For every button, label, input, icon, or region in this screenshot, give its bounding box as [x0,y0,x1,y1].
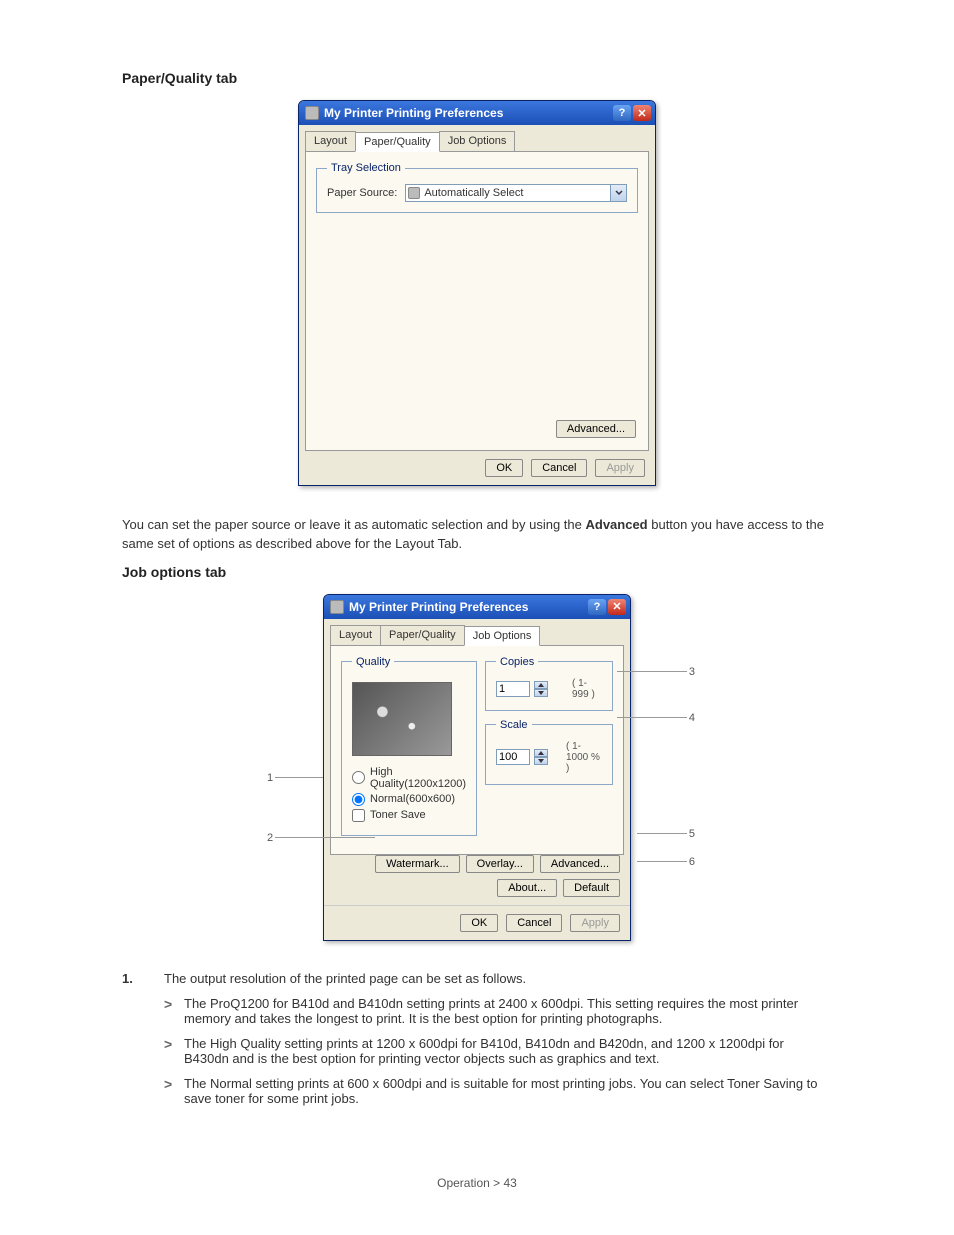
copies-spinner[interactable] [534,681,548,697]
paragraph-pq-desc: You can set the paper source or leave it… [122,516,832,554]
list-item-1: 1. The output resolution of the printed … [122,971,832,1116]
radio-high-quality[interactable]: High Quality(1200x1200) [352,766,466,790]
callout-2: 2 [267,832,273,844]
page-footer: Operation > 43 [122,1176,832,1190]
dialog-printing-preferences-pq: My Printer Printing Preferences ? ✕ Layo… [298,100,656,486]
group-legend-copies: Copies [496,656,538,668]
callout-3: 3 [689,666,695,678]
callout-1: 1 [267,772,273,784]
printer-icon [330,600,344,614]
tabstrip: Layout Paper/Quality Job Options [324,619,630,645]
group-legend-scale: Scale [496,719,532,731]
numbered-list: 1. The output resolution of the printed … [122,971,832,1116]
advanced-button[interactable]: Advanced... [556,420,636,438]
group-quality: Quality High Quality(1200x1200) Normal(6… [341,656,477,836]
group-tray-selection: Tray Selection Paper Source: Automatical… [316,162,638,213]
apply-button[interactable]: Apply [570,914,620,932]
label-paper-source: Paper Source: [327,187,397,199]
tab-layout[interactable]: Layout [305,131,356,151]
close-button[interactable]: ✕ [608,599,626,615]
bullet-2: The High Quality setting prints at 1200 … [164,1036,832,1066]
close-button[interactable]: ✕ [633,105,651,121]
radio-normal[interactable]: Normal(600x600) [352,793,466,806]
advanced-button[interactable]: Advanced... [540,855,620,873]
printer-icon [305,106,319,120]
tab-job-options[interactable]: Job Options [439,131,516,151]
combo-paper-source-value: Automatically Select [420,187,610,199]
tab-layout[interactable]: Layout [330,625,381,645]
window-title: My Printer Printing Preferences [349,600,528,614]
copies-range: ( 1-999 ) [572,678,602,700]
tabstrip: Layout Paper/Quality Job Options [299,125,655,151]
help-button[interactable]: ? [613,105,631,121]
callout-6: 6 [689,856,695,868]
chevron-down-icon[interactable] [610,185,626,201]
group-legend-tray: Tray Selection [327,162,405,174]
dialog-buttons: OK Cancel Apply [299,451,655,485]
section-heading-paper-quality: Paper/Quality tab [122,70,832,86]
scale-range: ( 1-1000 % ) [566,741,602,774]
window-title: My Printer Printing Preferences [324,106,503,120]
overlay-button[interactable]: Overlay... [466,855,534,873]
combo-paper-source[interactable]: Automatically Select [405,184,627,202]
item-number: 1. [122,971,164,1116]
check-toner-save[interactable]: Toner Save [352,809,466,822]
tab-job-options[interactable]: Job Options [464,626,541,646]
scale-input[interactable] [496,749,530,765]
scale-spinner[interactable] [534,749,548,765]
callout-5: 5 [689,828,695,840]
bullet-1: The ProQ1200 for B410d and B410dn settin… [164,996,832,1026]
group-scale: Scale ( 1-1000 % ) [485,719,613,785]
ok-button[interactable]: OK [460,914,498,932]
about-button[interactable]: About... [497,879,557,897]
tab-paper-quality[interactable]: Paper/Quality [355,132,440,152]
apply-button[interactable]: Apply [595,459,645,477]
section-heading-job-options: Job options tab [122,564,832,580]
titlebar: My Printer Printing Preferences ? ✕ [299,101,655,125]
dialog-buttons: OK Cancel Apply [324,905,630,940]
callout-4: 4 [689,712,695,724]
cancel-button[interactable]: Cancel [506,914,562,932]
watermark-button[interactable]: Watermark... [375,855,460,873]
bullet-3: The Normal setting prints at 600 x 600dp… [164,1076,832,1106]
group-copies: Copies ( 1-999 ) [485,656,613,711]
quality-preview-image [352,682,452,756]
help-button[interactable]: ? [588,599,606,615]
cancel-button[interactable]: Cancel [531,459,587,477]
copies-input[interactable] [496,681,530,697]
item-intro: The output resolution of the printed pag… [164,971,526,986]
group-legend-quality: Quality [352,656,394,668]
titlebar: My Printer Printing Preferences ? ✕ [324,595,630,619]
ok-button[interactable]: OK [485,459,523,477]
dialog-printing-preferences-job: My Printer Printing Preferences ? ✕ Layo… [323,594,631,941]
default-button[interactable]: Default [563,879,620,897]
tab-paper-quality[interactable]: Paper/Quality [380,625,465,645]
bullet-list: The ProQ1200 for B410d and B410dn settin… [164,996,832,1106]
combo-icon [408,187,420,199]
